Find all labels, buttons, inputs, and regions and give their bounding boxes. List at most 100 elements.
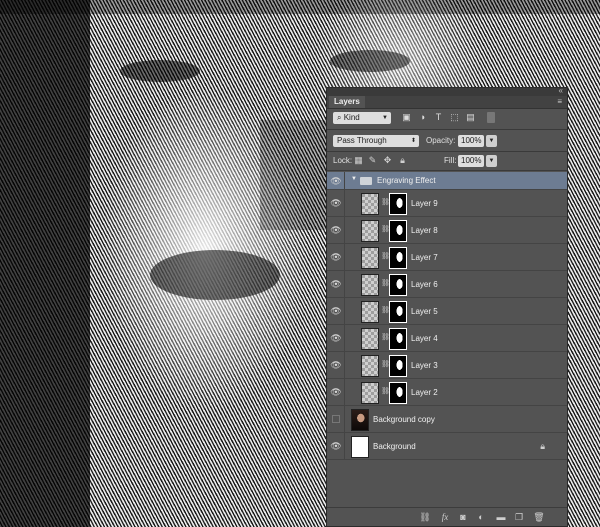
eye-icon: 👁︎ [330,306,342,316]
add-mask-icon[interactable]: ◙ [457,511,469,523]
layer-name: Layer 8 [411,226,438,235]
panel-menu-icon[interactable]: ≡ [557,96,562,108]
layer-thumbnail [361,193,379,215]
layer-mask-thumbnail[interactable] [389,382,407,404]
fx-icon[interactable]: fx [439,511,451,523]
layer-row-layer-5[interactable]: 👁︎ ⛓︎ Layer 5 [327,298,567,325]
visibility-toggle[interactable]: 👁︎ [327,217,345,243]
mask-link-icon[interactable]: ⛓︎ [381,361,390,369]
visibility-toggle[interactable]: 👁︎ [327,298,345,324]
layer-row-background[interactable]: 👁︎ Background 🔒︎ [327,433,567,460]
eye-icon: 👁︎ [330,441,342,451]
hair-shadow-left [0,0,90,527]
layer-mask-thumbnail[interactable] [389,328,407,350]
eye-icon: 👁︎ [330,225,342,235]
eye-icon: 👁︎ [330,360,342,370]
shape-filter-icon[interactable]: ⬚ [449,112,460,123]
lock-all-icon[interactable]: 🔒︎ [397,155,408,166]
layer-mask-thumbnail[interactable] [389,274,407,296]
divider [327,129,567,130]
layer-name: Layer 5 [411,307,438,316]
visibility-off-box [332,415,340,423]
mask-link-icon[interactable]: ⛓︎ [381,226,390,234]
layer-row-layer-6[interactable]: 👁︎ ⛓︎ Layer 6 [327,271,567,298]
layer-name: Background copy [373,415,435,424]
smart-object-filter-icon[interactable]: ▤ [465,112,476,123]
layer-row-background-copy[interactable]: Background copy [327,406,567,433]
layer-thumbnail [361,220,379,242]
layer-mask-thumbnail[interactable] [389,193,407,215]
visibility-toggle[interactable] [327,406,345,432]
panel-titlebar[interactable]: « [327,86,567,96]
lips-shadow [150,250,280,300]
visibility-toggle[interactable]: 👁︎ [327,172,345,189]
mask-link-icon[interactable]: ⛓︎ [381,253,390,261]
lock-image-pixels-icon[interactable]: ✎ [367,155,378,166]
blend-mode-value: Pass Through [337,136,387,145]
mask-link-icon[interactable]: ⛓︎ [381,280,390,288]
eye-icon: 👁︎ [330,252,342,262]
filter-kind-label: Kind [343,113,360,122]
filter-toggle-icon[interactable] [487,112,495,123]
layer-name: Layer 7 [411,253,438,262]
layer-mask-thumbnail[interactable] [389,220,407,242]
visibility-toggle[interactable]: 👁︎ [327,190,345,216]
group-expand-icon[interactable]: ▼ [351,176,357,182]
chevron-down-icon: ▼ [382,115,388,121]
layer-thumbnail [361,328,379,350]
layer-row-layer-2[interactable]: 👁︎ ⛓︎ Layer 2 [327,379,567,406]
new-layer-icon[interactable]: ❐ [513,511,525,523]
layer-row-layer-8[interactable]: 👁︎ ⛓︎ Layer 8 [327,217,567,244]
layer-mask-thumbnail[interactable] [389,247,407,269]
new-group-icon[interactable]: ▬ [495,511,507,523]
visibility-toggle[interactable]: 👁︎ [327,325,345,351]
mask-link-icon[interactable]: ⛓︎ [381,334,390,342]
eye-icon: 👁︎ [330,333,342,343]
filter-kind-dropdown[interactable]: ⌕ Kind ▼ [333,112,391,124]
fill-field[interactable]: 100% [458,155,484,167]
layer-row-layer-7[interactable]: 👁︎ ⛓︎ Layer 7 [327,244,567,271]
adjustment-filter-icon[interactable]: ◑ [417,112,428,123]
visibility-toggle[interactable]: 👁︎ [327,244,345,270]
layer-name: Layer 6 [411,280,438,289]
blend-row: Pass Through ⬍ Opacity: 100% ▼ [327,134,567,148]
layer-row-engraving-effect[interactable]: 👁︎ ▼ Engraving Effect [327,172,567,190]
lock-icon: 🔒︎ [540,441,545,451]
eye-icon: 👁︎ [330,387,342,397]
type-filter-icon[interactable]: T [433,112,444,123]
tab-layers[interactable]: Layers [329,96,365,108]
mask-link-icon[interactable]: ⛓︎ [381,307,390,315]
left-eye-shadow [120,60,200,82]
lock-row: Lock: ▦ ✎ ✥ 🔒︎ Fill: 100% ▼ [327,154,567,168]
layer-thumbnail [351,409,369,431]
layer-mask-thumbnail[interactable] [389,355,407,377]
collapse-icon[interactable]: « [559,86,563,95]
layer-name: Layer 3 [411,361,438,370]
delete-layer-icon[interactable]: 🗑︎ [533,511,545,523]
pixel-filter-icon[interactable]: ▣ [401,112,412,123]
opacity-label: Opacity: [426,136,456,145]
layer-name: Background [373,442,416,451]
opacity-field[interactable]: 100% [458,135,484,147]
divider [327,170,567,171]
fill-dropdown-button[interactable]: ▼ [486,155,497,167]
lock-position-icon[interactable]: ✥ [382,155,393,166]
layer-row-layer-9[interactable]: 👁︎ ⛓︎ Layer 9 [327,190,567,217]
visibility-toggle[interactable]: 👁︎ [327,271,345,297]
visibility-toggle[interactable]: 👁︎ [327,379,345,405]
opacity-dropdown-button[interactable]: ▼ [486,135,497,147]
layer-row-layer-4[interactable]: 👁︎ ⛓︎ Layer 4 [327,325,567,352]
mask-link-icon[interactable]: ⛓︎ [381,199,390,207]
adjustment-layer-icon[interactable]: ◐ [475,511,487,523]
lock-label: Lock: [333,156,353,165]
layer-mask-thumbnail[interactable] [389,301,407,323]
layer-thumbnail [361,301,379,323]
visibility-toggle[interactable]: 👁︎ [327,352,345,378]
blend-mode-dropdown[interactable]: Pass Through ⬍ [333,135,419,147]
visibility-toggle[interactable]: 👁︎ [327,433,345,459]
mask-link-icon[interactable]: ⛓︎ [381,388,390,396]
layers-bottom-toolbar: ⛓︎ fx ◙ ◐ ▬ ❐ 🗑︎ [327,507,567,526]
layer-row-layer-3[interactable]: 👁︎ ⛓︎ Layer 3 [327,352,567,379]
lock-transparent-pixels-icon[interactable]: ▦ [353,155,364,166]
link-layers-icon[interactable]: ⛓︎ [419,511,431,523]
